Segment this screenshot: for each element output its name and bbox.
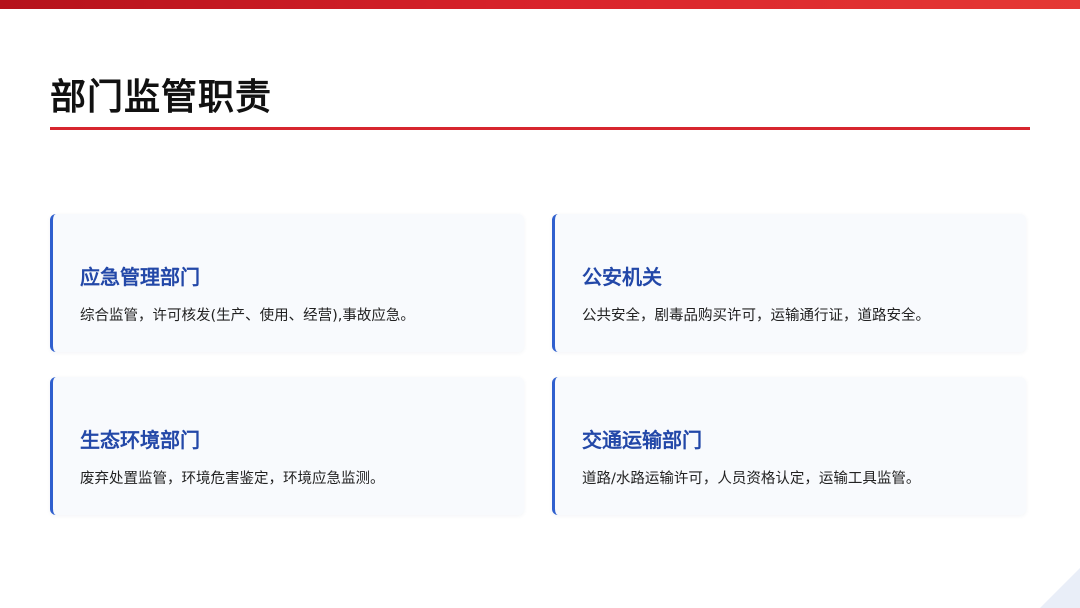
card-ecology-environment: 生态环境部门 废弃处置监管，环境危害鉴定，环境应急监测。: [50, 377, 524, 515]
card-title: 交通运输部门: [582, 428, 702, 452]
card-title: 公安机关: [582, 265, 662, 289]
page-title: 部门监管职责: [50, 77, 273, 118]
card-public-security: 公安机关 公共安全，剧毒品购买许可，运输通行证，道路安全。: [552, 214, 1026, 352]
card-title: 生态环境部门: [80, 428, 200, 452]
card-description: 道路/水路运输许可，人员资格认定，运输工具监管。: [582, 471, 921, 487]
card-title: 应急管理部门: [80, 265, 200, 289]
card-description: 公共安全，剧毒品购买许可，运输通行证，道路安全。: [582, 308, 930, 324]
card-emergency-management: 应急管理部门 综合监管，许可核发(生产、使用、经营),事故应急。: [50, 214, 524, 352]
card-description: 综合监管，许可核发(生产、使用、经营),事故应急。: [80, 308, 415, 324]
title-divider: [50, 127, 1030, 130]
card-transportation: 交通运输部门 道路/水路运输许可，人员资格认定，运输工具监管。: [552, 377, 1026, 515]
card-description: 废弃处置监管，环境危害鉴定，环境应急监测。: [80, 471, 385, 487]
corner-decoration: [1040, 568, 1080, 608]
top-accent-bar: [0, 0, 1080, 9]
